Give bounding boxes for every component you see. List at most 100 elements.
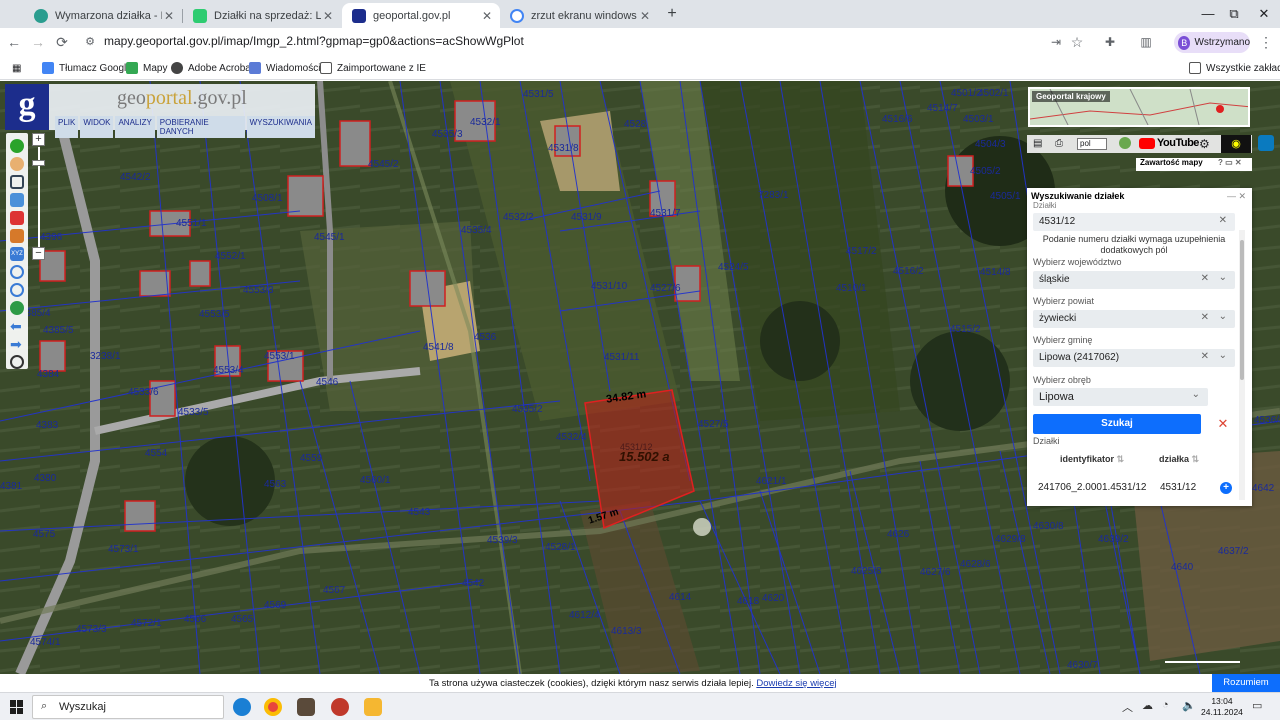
close-icon[interactable]: ✕ [162,9,176,23]
install-app-icon[interactable]: ⇥ [1046,32,1066,52]
minimize-button[interactable]: — [1196,4,1220,24]
app-red-icon[interactable] [331,698,349,716]
precinct-select[interactable]: Lipowa ⌄ [1033,388,1208,406]
windows-start-icon[interactable] [10,700,24,714]
forward-arrow-icon[interactable]: → [28,32,48,52]
pan-hand-icon[interactable] [10,157,24,171]
clear-icon[interactable]: ✕ [1219,215,1227,226]
taskbar-clock[interactable]: 13:04 24.11.2024 [1201,696,1243,718]
clear-icon[interactable]: ✕ [1201,351,1209,362]
close-icon[interactable]: ✕ [638,9,652,23]
menu-widok[interactable]: WIDOK [80,116,114,138]
side-panel-icon[interactable]: ▥ [1136,32,1156,52]
commune-select[interactable]: Lipowa (2417062) ✕ ⌄ [1033,349,1235,367]
taskbar-search-input[interactable]: ⌕ Wyszukaj [32,695,224,719]
printer-icon[interactable]: ⎙ [1055,138,1063,149]
clear-icon[interactable]: ✕ [1201,312,1209,323]
close-window-button[interactable]: ✕ [1252,4,1276,24]
back-arrow-icon[interactable]: ← [4,32,24,52]
map-content-buttons[interactable]: ? ▭ ✕ [1218,158,1242,167]
add-icon[interactable]: + [1220,482,1232,494]
tab-geoportal[interactable]: geoportal.gov.pl ✕ [342,3,500,28]
url-field[interactable]: mapy.geoportal.gov.pl/imap/Imgp_2.html?g… [104,34,524,48]
zoom-out-icon[interactable] [10,283,24,297]
settings-icon[interactable]: ⚙ [1199,137,1210,151]
measure-icon[interactable]: XYZ [10,247,24,261]
select-icon[interactable] [10,193,24,207]
clear-search-button[interactable]: ✕ [1212,414,1234,434]
globe-icon[interactable] [10,301,24,315]
zoom-in-icon[interactable] [10,265,24,279]
new-tab-button[interactable]: + [662,4,682,24]
bookmark-star-icon[interactable]: ☆ [1067,32,1087,52]
extensions-icon[interactable]: ✚ [1100,32,1120,52]
zoom-handle[interactable] [32,160,45,166]
result-identifier[interactable]: 241706_2.0001.4531/12 [1038,482,1146,493]
language-select[interactable]: pol [1077,138,1107,150]
close-icon[interactable]: ✕ [480,9,494,23]
youtube-link[interactable]: YouTube [1139,137,1199,149]
county-select[interactable]: żywiecki ✕ ⌄ [1033,310,1235,328]
close-icon[interactable]: ✕ [321,9,335,23]
panel-scrollbar[interactable] [1239,230,1245,500]
menu-analizy[interactable]: ANALIZY [115,116,155,138]
tray-chevron-icon[interactable]: ︿ [1122,699,1133,715]
compass-icon[interactable] [10,355,24,369]
cookie-accept-button[interactable]: Rozumiem [1212,674,1280,692]
tab-dzialki-na-sprzedaz[interactable]: Działki na sprzedaż: Lipowa, ży… ✕ [183,3,341,28]
back-arrow-icon[interactable]: ⬅ [10,319,24,333]
edge-icon[interactable] [233,698,251,716]
menu-wyszukiwania[interactable]: WYSZUKIWANIA [246,116,315,138]
visibility-icon[interactable] [1258,135,1274,151]
print-icon[interactable]: ▤ [1033,138,1042,149]
layers-icon[interactable] [10,175,24,189]
geoportal-logo[interactable]: g [5,84,49,130]
bookmark-adobe-acrobat[interactable]: Adobe Acrobat [171,60,254,76]
bookmark-folder-ie[interactable]: Zaimportowane z IE [320,60,426,76]
reload-icon[interactable]: ⟳ [52,32,72,52]
restore-button[interactable]: ⧉ [1222,4,1246,24]
menu-dots-icon[interactable]: ⋮ [1256,32,1276,52]
info-icon[interactable] [10,139,24,153]
menu-plik[interactable]: PLIK [55,116,79,138]
app-icon[interactable] [297,698,315,716]
apps-grid-icon[interactable]: ▦ [12,60,21,76]
notifications-icon[interactable]: ▭ [1252,699,1262,712]
chrome-icon[interactable] [264,698,282,716]
profile-button[interactable]: B Wstrzymano [1174,32,1250,53]
cookie-more-link[interactable]: Dowiedz się więcej [756,678,836,689]
cloud-icon[interactable]: ☁ [1142,699,1153,712]
cookie-text: Ta strona używa ciasteczek (cookies), dz… [429,678,837,689]
search-button[interactable]: Szukaj [1033,414,1201,434]
column-header-parcel[interactable]: działka ⇅ [1159,454,1199,465]
bookmark-wiadomosci[interactable]: Wiadomości [249,60,320,76]
parcel-number-input[interactable]: 4531/12 ✕ [1033,213,1235,231]
forward-arrow-icon[interactable]: ➡ [10,337,24,351]
site-info-icon[interactable]: ⚙ [80,32,100,52]
zoom-slider[interactable]: + − [32,133,46,261]
volume-icon[interactable]: 🔈 [1182,699,1196,712]
tab-google-search[interactable]: zrzut ekranu windows 10 - Szu… ✕ [500,3,658,28]
zoom-plus-button[interactable]: + [32,133,45,146]
voivodeship-select[interactable]: śląskie ✕ ⌄ [1033,271,1235,289]
delete-icon[interactable] [10,211,24,225]
eye-icon[interactable]: ◉ [1221,135,1251,153]
clear-icon[interactable]: ✕ [1201,273,1209,284]
menu-pobieranie-danych[interactable]: POBIERANIE DANYCH [156,116,245,138]
all-bookmarks[interactable]: Wszystkie zakładki [1189,60,1280,76]
column-header-identifier[interactable]: identyfikator ⇅ [1060,454,1124,465]
panel-window-buttons[interactable]: — ✕ [1227,191,1246,202]
zoom-minus-button[interactable]: − [32,247,45,260]
map-content-toggle[interactable]: Zawartość mapy ? ▭ ✕ [1136,158,1252,171]
file-explorer-icon[interactable] [364,698,382,716]
result-parcel[interactable]: 4531/12 [1160,482,1196,493]
geoportal-logo-bar: g geoportal.gov.pl PLIK WIDOK ANALIZY PO… [5,84,315,138]
bookmark-mapy[interactable]: Mapy [126,60,167,76]
wifi-icon[interactable]: ◔ [1162,699,1169,711]
tab-wymarzona-dzialka[interactable]: Wymarzona działka - Lipowa - … ✕ [24,3,182,28]
scrollbar-thumb[interactable] [1240,240,1244,380]
help-icon[interactable] [1119,137,1131,149]
bookmark-tlumacz-google[interactable]: Tłumacz Google [42,60,132,76]
overview-map[interactable]: Geoportal krajowy [1028,87,1250,127]
pencil-icon[interactable] [10,229,24,243]
